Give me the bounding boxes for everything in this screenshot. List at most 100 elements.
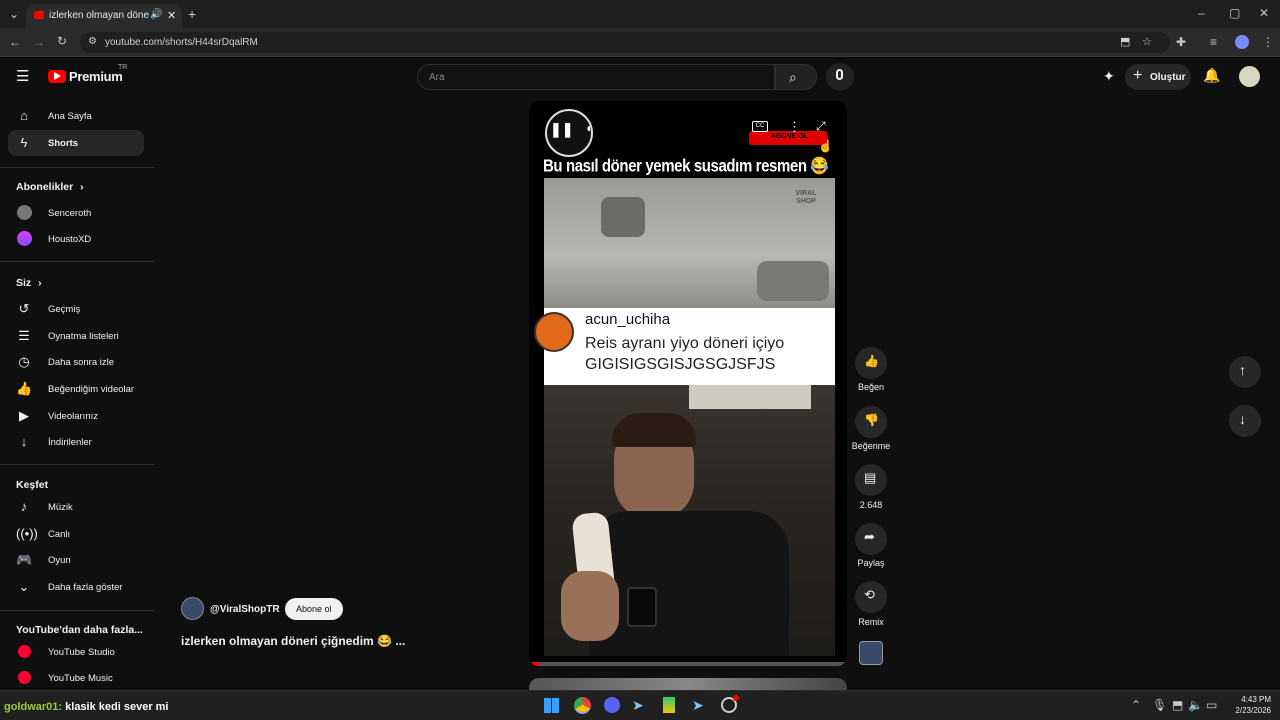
sidebar-item-subscription[interactable]: Senceroth [8,200,144,226]
site-info-icon[interactable]: ⚙ [88,36,97,47]
arrow-up-icon: ↑ [1239,362,1246,378]
channel-handle[interactable]: @ViralShopTR [210,604,280,615]
sidebar-item-label: Müzik [48,502,73,513]
search-input[interactable]: Ara [417,64,775,90]
subscribe-button[interactable]: Abone ol [285,598,343,620]
next-short-button[interactable]: ↓ [1229,405,1261,437]
pause-icon[interactable]: ❚❚ [550,121,573,138]
sidebar-item-label: İndirilenler [48,437,92,448]
sidebar-item-youtube-music[interactable]: YouTube Music [8,665,144,691]
video-title[interactable]: izlerken olmayan döneri çiğnedim 😂 ... [181,634,405,648]
url-text: youtube.com/shorts/H44srDqalRM [105,37,258,48]
microphone-tray-icon[interactable]: 🎙 [1152,699,1167,711]
close-icon[interactable]: ✕ [1259,7,1269,19]
share-button[interactable]: ➦ [855,523,887,555]
remix-label: Remix [858,617,884,627]
you-heading[interactable]: Siz › [16,277,42,289]
reload-icon[interactable]: ↻ [57,35,67,47]
voice-search-button[interactable] [826,63,854,91]
extensions-icon[interactable]: ✚ [1176,36,1186,48]
previous-short-button[interactable]: ↑ [1229,356,1261,388]
upload-sparkle-icon[interactable]: ✦ [1103,69,1115,83]
tab-close-icon[interactable]: ✕ [167,9,176,22]
tab-audio-icon[interactable]: 🔊 [150,9,162,20]
sidebar-item-live[interactable]: ((•)) Canlı [8,521,144,547]
sidebar-item-watch-later[interactable]: ◷ Daha sonra izle [8,349,144,375]
chrome-taskbar-icon[interactable] [574,697,591,714]
minimize-icon[interactable]: – [1198,7,1205,19]
discord-taskbar-icon[interactable] [604,697,620,713]
account-avatar[interactable] [1239,66,1260,87]
notifications-bell-icon[interactable]: 🔔 [1203,68,1220,82]
create-button[interactable]: + Oluştur [1125,64,1191,90]
sidebar-item-downloads[interactable]: ↓ İndirilenler [8,429,144,455]
tray-chevron-up-icon[interactable]: ⌃ [1131,699,1141,711]
like-button[interactable]: 👍 [855,347,887,379]
back-icon[interactable]: ← [9,36,21,48]
network-icon[interactable]: ⬒ [1172,699,1183,711]
url-field[interactable]: ⚙ youtube.com/shorts/H44srDqalRM ⬒ ☆ [80,32,1170,53]
sidebar-item-subscription[interactable]: HoustoXD [8,226,144,252]
youtube-music-icon [18,671,31,684]
steam-taskbar-icon-2[interactable]: ➤ [692,697,704,714]
comments-count: 2.648 [859,500,883,510]
plus-icon: + [1133,67,1143,84]
sound-source-thumbnail[interactable] [859,641,883,665]
sidebar-item-label: HoustoXD [48,234,92,245]
chat-message: klasik kedi sever mi [65,701,169,713]
sidebar-divider [0,610,154,611]
thumb-up-icon: 👍 [864,354,879,368]
sidebar-item-youtube-studio[interactable]: YouTube Studio [8,639,144,665]
sidebar-item-gaming[interactable]: 🎮 Oyun [8,547,144,573]
sidebar-item-liked-videos[interactable]: 👍 Beğendiğim videolar [8,376,144,402]
hamburger-menu-icon[interactable]: ☰ [16,69,29,84]
bookmark-star-icon[interactable]: ☆ [1142,35,1152,48]
video-progress-track[interactable] [529,662,847,666]
more-options-icon[interactable]: ⋮ [788,119,801,135]
sidebar-item-your-videos[interactable]: ▶ Videolarınız [8,403,144,429]
sidebar-item-music[interactable]: ♪ Müzik [8,494,144,520]
chat-username: goldwar01: [4,701,63,713]
steam-taskbar-icon[interactable]: ➤ [632,697,644,714]
remix-button[interactable]: ⟲ [855,581,887,613]
system-date[interactable]: 2/23/2026 [1225,706,1271,715]
system-time[interactable]: 4:43 PM [1237,695,1271,704]
sidebar-item-history[interactable]: ↺ Geçmiş [8,296,144,322]
forward-icon[interactable]: → [33,36,45,48]
media-control-icon[interactable]: ≡ [1210,36,1217,48]
search-button[interactable]: ⌕ [775,64,817,90]
subscriptions-heading[interactable]: Abonelikler › [16,181,84,193]
channel-avatar[interactable] [181,597,204,620]
tab-search-icon[interactable]: ⌄ [8,8,20,20]
install-icon[interactable]: ⬒ [1120,35,1130,48]
new-tab-icon[interactable]: + [188,7,196,21]
sidebar-item-shorts[interactable]: ϟ Shorts [8,130,144,156]
captions-icon[interactable]: CC [752,121,768,132]
chrome-menu-icon[interactable]: ⋮ [1262,36,1274,48]
browser-tab[interactable]: izlerken olmayan döneri çiğ 🔊 ✕ [26,4,182,28]
comment-username: acun_uchiha [585,311,671,328]
comments-button[interactable]: ▤ [855,464,887,496]
battery-icon[interactable]: ▭ [1206,699,1217,711]
volume-icon[interactable]: ◖ [585,121,592,135]
fullscreen-icon[interactable]: ⤢ [816,119,826,134]
windows-start-icon[interactable] [544,698,559,713]
dislike-button[interactable]: 👎 [855,406,887,438]
microphone-icon [836,69,843,80]
volume-tray-icon[interactable]: 🔈 [1188,699,1203,711]
clock-icon: ◷ [18,354,30,369]
restore-icon[interactable]: ▢ [1229,7,1240,19]
sidebar-item-show-more[interactable]: ⌄ Daha fazla göster [8,574,144,600]
shorts-video-player[interactable]: ❚❚ ◖ ABONE OL CC ⋮ ⤢ ☝ Bu nasıl döner ye… [529,101,847,666]
profile-avatar[interactable] [1235,35,1249,49]
gamepad-icon: 🎮 [16,552,33,567]
sidebar-divider [0,464,154,465]
person-hair [612,413,696,447]
sidebar-item-playlists[interactable]: ☰ Oynatma listeleri [8,323,144,349]
dislike-label: Beğenme [851,441,891,451]
shorts-icon: ϟ [20,135,28,150]
app-taskbar-icon[interactable] [663,697,675,713]
next-video-preview[interactable] [529,678,847,690]
windows-taskbar: goldwar01: klasik kedi sever mi ➤ ➤ ⌃ 🎙 … [0,690,1280,720]
sidebar-item-home[interactable]: ⌂ Ana Sayfa [8,103,144,129]
